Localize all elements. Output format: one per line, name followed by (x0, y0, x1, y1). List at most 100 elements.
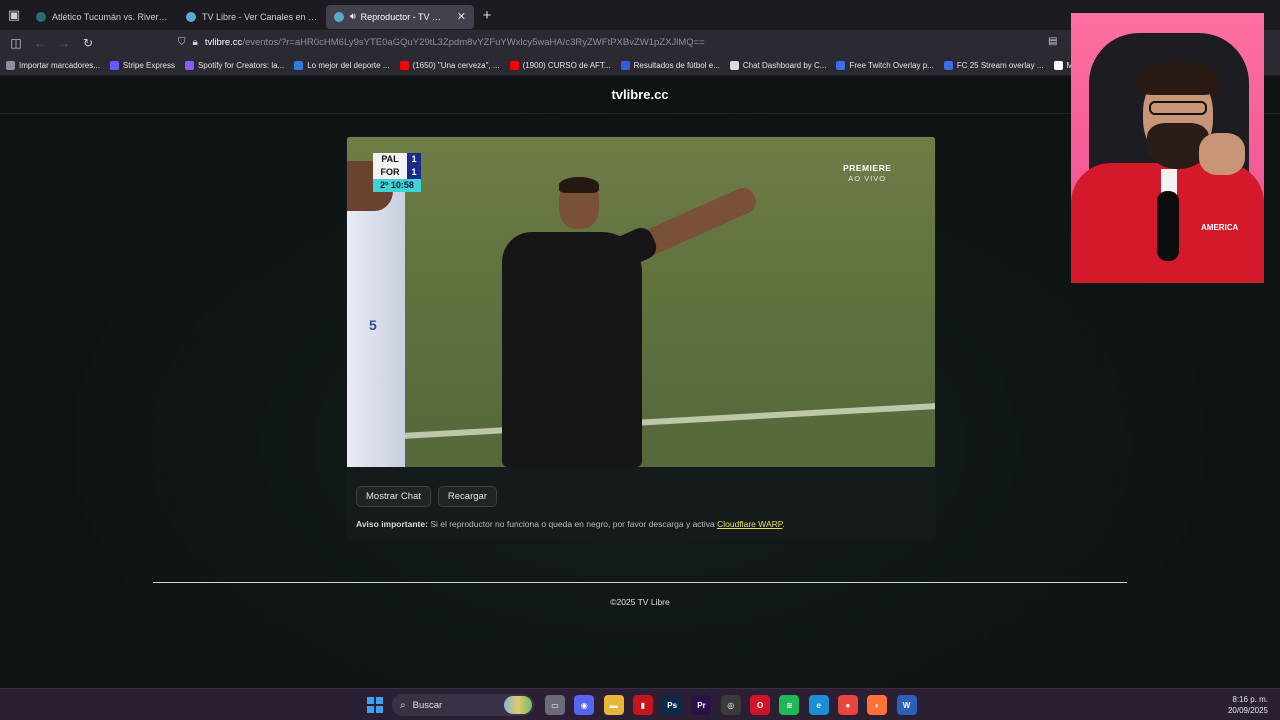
tab-favicon-icon (186, 11, 196, 22)
bookmark-favicon-icon (1053, 60, 1063, 70)
bookmark-item[interactable]: Chat Dashboard by C... (729, 60, 827, 70)
bookmark-item[interactable]: FC 25 Stream overlay ... (943, 60, 1044, 70)
photoshop-icon[interactable]: Ps (662, 695, 683, 715)
webcam-overlay: AMERICA (1071, 13, 1264, 283)
bookmark-favicon-icon (109, 60, 119, 70)
clock-date: 20/09/2025 (1227, 706, 1268, 715)
bookmark-label: Importar marcadores... (19, 60, 100, 70)
bookmark-item[interactable]: (1900) CURSO de AFT... (509, 60, 611, 70)
tab-title: TV Libre - Ver Canales en VIVO Or (202, 11, 318, 22)
bookmark-item[interactable]: Lo mejor del deporte ... (294, 60, 390, 70)
bookmark-item[interactable]: Importar marcadores... (6, 60, 100, 70)
new-tab-button[interactable]: + (474, 0, 500, 30)
scorebug: PAL 1 FOR 1 2º 10:58 (373, 153, 421, 192)
chrome-icon[interactable]: ● (837, 695, 858, 715)
search-highlight-image (504, 696, 532, 714)
team2-score: 1 (407, 166, 421, 179)
tab-list-icon[interactable]: ▣ (0, 0, 28, 30)
bookmark-item[interactable]: Stripe Express (109, 60, 175, 70)
address-bar[interactable]: ⛉ 🔒︎ tvlibre.cc /eventos/?r=aHR0cHM6Ly9s… (178, 33, 1068, 52)
speaker-icon[interactable]: 🔊︎ (350, 11, 356, 22)
bookmark-favicon-icon (184, 60, 194, 70)
bookmark-label: Chat Dashboard by C... (742, 60, 827, 70)
player-card: 5 PAL 1 FOR 1 2º 10:58 PREMIERE AO VIVO … (346, 136, 936, 540)
opera-icon[interactable]: O (750, 695, 771, 715)
premiere-icon[interactable]: Pr (691, 695, 712, 715)
bookmark-label: FC 25 Stream overlay ... (956, 60, 1044, 70)
live-label: AO VIVO (848, 174, 887, 183)
windows-start-icon[interactable] (367, 697, 383, 713)
taskbar-search[interactable]: ⌕ Buscar (392, 694, 534, 716)
browser-tab[interactable]: 🔊︎ Reproductor - TV Libre ✕ (326, 4, 474, 29)
notice-text: Si el reproductor no funciona o queda en… (427, 519, 718, 529)
system-clock[interactable]: 8:16 p. m. 20/09/2025 (1228, 694, 1268, 716)
reload-player-button[interactable]: Recargar (437, 486, 497, 507)
firefox-icon[interactable]: ◐ (867, 695, 888, 715)
bookmark-label: (1900) CURSO de AFT... (522, 60, 611, 70)
browser-tab[interactable]: TV Libre - Ver Canales en VIVO Or (178, 5, 326, 29)
bookmark-item[interactable]: (1650) "Una cerveza", ... (399, 60, 500, 70)
spotify-icon[interactable]: ≋ (779, 695, 800, 715)
tab-title: Atlético Tucumán vs. River Plate | (52, 11, 170, 22)
reload-button[interactable]: ↻ (76, 30, 100, 55)
bookmark-favicon-icon (943, 60, 953, 70)
discord-icon[interactable]: ◉ (574, 695, 595, 715)
team1-score: 1 (407, 153, 421, 166)
tab-title: Reproductor - TV Libre (360, 11, 443, 22)
search-icon: ⌕ (400, 699, 406, 711)
bookmark-favicon-icon (6, 60, 15, 70)
show-chat-button[interactable]: Mostrar Chat (356, 486, 431, 507)
microphone (1157, 191, 1179, 261)
browser-tab[interactable]: Atlético Tucumán vs. River Plate | (28, 5, 178, 29)
footer-divider (153, 582, 1127, 583)
bookmark-favicon-icon (836, 60, 846, 70)
referee-figure (497, 177, 760, 467)
team1-name: PAL (373, 153, 407, 166)
bookmark-label: Stripe Express (122, 60, 175, 70)
shield-icon[interactable]: ⛉ (178, 37, 186, 48)
search-label: Buscar (412, 699, 443, 711)
bookmark-item[interactable]: Resultados de fútbol e... (620, 60, 720, 70)
back-button[interactable]: ← (28, 30, 52, 55)
url-host: tvlibre.cc (204, 37, 243, 48)
match-clock: 2º 10:58 (373, 179, 421, 192)
forward-button[interactable]: → (52, 30, 76, 55)
pdf-icon[interactable]: ▮ (632, 695, 653, 715)
glasses (1149, 101, 1207, 115)
bookmark-item[interactable]: Spotify for Creators: la... (184, 60, 285, 70)
player-controls: Mostrar Chat Recargar (356, 486, 497, 507)
site-logo[interactable]: tvlibre.cc (611, 87, 668, 102)
cloudflare-warp-link[interactable]: Cloudflare WARP (717, 519, 782, 529)
obs-icon[interactable]: ◎ (720, 695, 741, 715)
bookmark-label: Lo mejor del deporte ... (307, 60, 390, 70)
reader-view-icon[interactable]: ▤ (1048, 36, 1057, 47)
edge-icon[interactable]: e (808, 695, 829, 715)
footer-copyright: ©2025 TV Libre (610, 597, 670, 607)
bookmark-favicon-icon (620, 60, 630, 70)
sidebar-toggle-icon[interactable]: ◫ (4, 30, 28, 55)
pitch-line (387, 400, 935, 440)
shirt-text: AMERICA (1201, 223, 1239, 232)
tab-favicon-icon (334, 11, 344, 22)
tab-list: Atlético Tucumán vs. River Plate | TV Lib… (28, 2, 474, 29)
bookmark-favicon-icon (729, 60, 739, 70)
bookmark-label: Resultados de fútbol e... (633, 60, 720, 70)
notice-heading: Aviso importante: (356, 519, 428, 529)
bookmark-favicon-icon (294, 60, 304, 70)
jersey-number: 5 (369, 317, 377, 333)
file-manager-icon[interactable]: ▭ (545, 695, 565, 715)
word-icon[interactable]: W (896, 695, 917, 715)
folder-icon[interactable]: ▬ (603, 695, 624, 715)
url-path: /eventos/?r=aHR0cHM6Ly9sYTE0aGQuY29tL3Zp… (242, 37, 705, 48)
channel-logo: PREMIERE AO VIVO (843, 163, 891, 183)
important-notice: Aviso importante: Si el reproductor no f… (356, 519, 785, 529)
close-tab-icon[interactable]: ✕ (457, 10, 466, 23)
bookmark-item[interactable]: Free Twitch Overlay p... (836, 60, 934, 70)
bookmark-label: Spotify for Creators: la... (197, 60, 285, 70)
channel-name: PREMIERE (843, 163, 892, 173)
taskbar-apps: ▭ ◉ ▬ ▮ Ps Pr ◎ O ≋ e ● ◐ W (545, 695, 926, 715)
bookmark-label: (1650) "Una cerveza", ... (412, 60, 500, 70)
video-player[interactable]: 5 PAL 1 FOR 1 2º 10:58 PREMIERE AO VIVO (347, 137, 935, 467)
lock-icon[interactable]: 🔒︎ (193, 37, 198, 48)
bookmark-label: Free Twitch Overlay p... (849, 60, 934, 70)
